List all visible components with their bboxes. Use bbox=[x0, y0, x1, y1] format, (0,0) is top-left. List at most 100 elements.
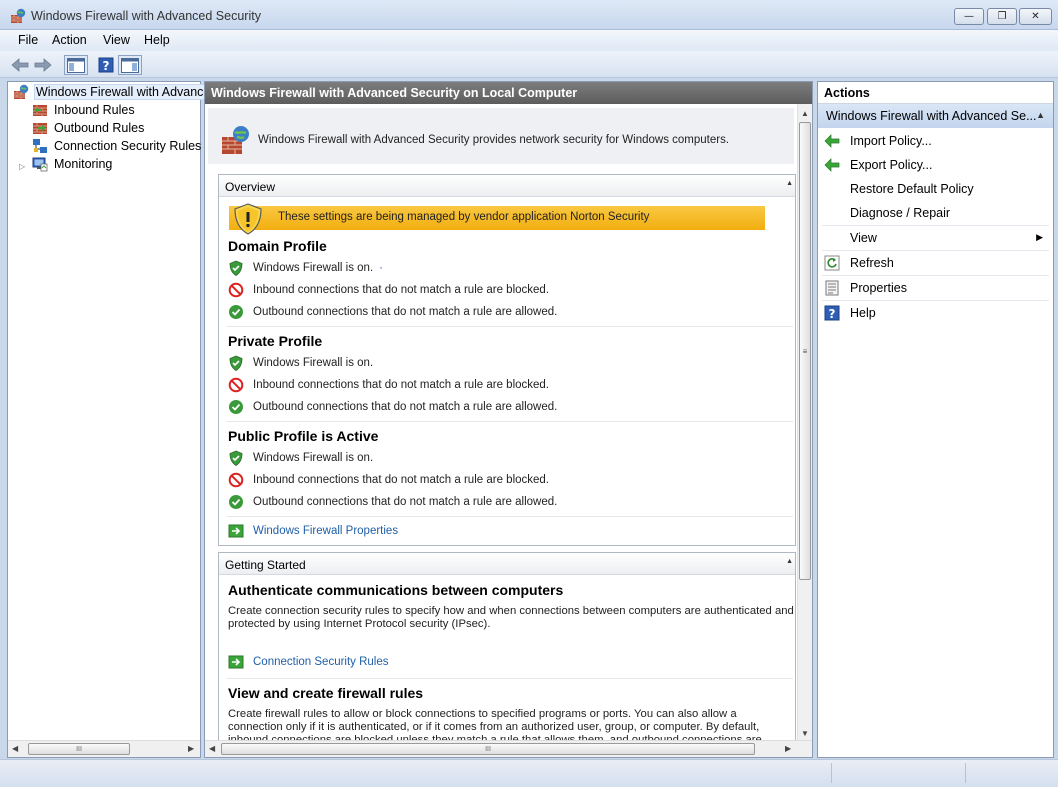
menu-view[interactable]: View bbox=[103, 33, 130, 47]
minimize-button[interactable]: — bbox=[954, 8, 984, 25]
scroll-right-icon[interactable]: ▶ bbox=[188, 744, 194, 753]
domain-inbound-status: Inbound connections that do not match a … bbox=[228, 281, 549, 299]
action-properties[interactable]: Properties bbox=[818, 276, 1053, 300]
forward-button[interactable] bbox=[33, 55, 53, 75]
firewall-rules-title: View and create firewall rules bbox=[228, 685, 424, 701]
actions-title: Actions bbox=[818, 82, 1053, 104]
action-label: Properties bbox=[850, 281, 907, 295]
menu-action[interactable]: Action bbox=[52, 33, 87, 47]
export-policy-icon bbox=[824, 158, 840, 172]
help-icon: ? bbox=[824, 305, 840, 321]
title-bar: Windows Firewall with Advanced Security … bbox=[0, 0, 1058, 30]
tree-item-firewall-root[interactable]: Windows Firewall with Advance bbox=[13, 83, 213, 101]
actions-pane: Actions Windows Firewall with Advanced S… bbox=[817, 81, 1054, 758]
tree-item-monitoring[interactable]: Monitoring bbox=[32, 155, 113, 173]
allowed-check-icon bbox=[229, 400, 243, 414]
tree-item-outbound-rules[interactable]: Outbound Rules bbox=[32, 119, 145, 137]
scroll-up-icon[interactable]: ▲ bbox=[801, 109, 809, 118]
scroll-right-icon[interactable]: ▶ bbox=[785, 744, 791, 753]
firewall-rules-description: Create firewall rules to allow or block … bbox=[228, 708, 762, 740]
status-text: Outbound connections that do not match a… bbox=[253, 496, 558, 508]
getting-started-section: Getting Started ▲ Authenticate communica… bbox=[218, 552, 796, 740]
private-inbound-status: Inbound connections that do not match a … bbox=[228, 376, 549, 394]
firewall-icon bbox=[14, 84, 29, 99]
vertical-scroll-thumb[interactable]: ≡ bbox=[799, 122, 811, 580]
link-text[interactable]: Windows Firewall Properties bbox=[253, 525, 398, 537]
action-label: Export Policy... bbox=[850, 158, 933, 172]
action-diagnose-repair[interactable]: Diagnose / Repair bbox=[818, 201, 1053, 225]
private-firewall-status: Windows Firewall is on. bbox=[228, 354, 373, 372]
action-export-policy[interactable]: Export Policy... bbox=[818, 153, 1053, 177]
monitoring-expander-icon[interactable]: ▷ bbox=[19, 162, 25, 171]
menu-file[interactable]: File bbox=[18, 33, 38, 47]
public-profile-title: Public Profile is Active bbox=[228, 428, 379, 444]
results-pane-header: Windows Firewall with Advanced Security … bbox=[205, 82, 812, 104]
help-button[interactable]: ? bbox=[96, 55, 116, 75]
actions-group-header[interactable]: Windows Firewall with Advanced Se... ▲ bbox=[818, 104, 1053, 128]
link-text[interactable]: Connection Security Rules bbox=[253, 656, 389, 668]
close-icon: ✕ bbox=[1031, 11, 1040, 22]
tree-item-inbound-rules[interactable]: Inbound Rules bbox=[32, 101, 136, 119]
collapse-icon[interactable]: ▲ bbox=[1036, 110, 1045, 120]
blocked-icon bbox=[228, 472, 244, 488]
blocked-icon bbox=[228, 377, 244, 393]
results-vertical-scrollbar[interactable]: ▲ ≡ ▼ bbox=[797, 104, 812, 740]
console-tree: Windows Firewall with Advance Inbound Ru… bbox=[7, 81, 213, 758]
action-refresh[interactable]: Refresh bbox=[818, 251, 1053, 275]
results-content: Windows Firewall with Advanced Security … bbox=[205, 104, 797, 740]
domain-outbound-status: Outbound connections that do not match a… bbox=[228, 303, 557, 321]
getting-started-collapse-icon[interactable]: ▲ bbox=[786, 558, 793, 565]
scroll-grip: III bbox=[76, 745, 82, 753]
tree-horizontal-scrollbar[interactable]: ◀ III ▶ bbox=[8, 740, 200, 757]
action-label: Diagnose / Repair bbox=[850, 206, 951, 220]
action-label: View bbox=[850, 231, 877, 245]
blocked-icon bbox=[228, 282, 244, 298]
close-button[interactable]: ✕ bbox=[1019, 8, 1052, 25]
status-cell bbox=[965, 763, 1055, 783]
domain-firewall-status: Windows Firewall is on. · bbox=[228, 259, 383, 277]
tree-item-label: Monitoring bbox=[54, 157, 113, 171]
shield-check-icon bbox=[229, 260, 243, 276]
allowed-check-icon bbox=[229, 495, 243, 509]
menu-help[interactable]: Help bbox=[144, 33, 170, 47]
restore-icon: ❐ bbox=[997, 11, 1007, 22]
overview-title: Overview bbox=[225, 180, 276, 194]
scroll-thumb[interactable]: III bbox=[28, 743, 130, 755]
green-arrow-icon bbox=[228, 524, 244, 538]
authenticate-title: Authenticate communications between comp… bbox=[228, 582, 564, 598]
overview-collapse-icon[interactable]: ▲ bbox=[786, 180, 793, 187]
status-extra: · bbox=[379, 262, 383, 274]
status-text: Inbound connections that do not match a … bbox=[253, 284, 550, 296]
overview-header[interactable]: Overview bbox=[219, 175, 795, 197]
shield-check-icon bbox=[229, 450, 243, 466]
scroll-grip: III bbox=[485, 745, 491, 753]
action-import-policy[interactable]: Import Policy... bbox=[818, 129, 1053, 153]
monitoring-icon bbox=[32, 157, 48, 172]
back-button[interactable] bbox=[10, 55, 30, 75]
status-text: Windows Firewall is on. bbox=[253, 357, 374, 369]
action-help[interactable]: ? Help bbox=[818, 301, 1053, 325]
maximize-button[interactable]: ❐ bbox=[987, 8, 1017, 25]
domain-profile-title: Domain Profile bbox=[228, 238, 327, 254]
action-label: Restore Default Policy bbox=[850, 182, 974, 196]
import-policy-icon bbox=[824, 134, 840, 148]
results-horizontal-scrollbar[interactable]: ◀ III ▶ bbox=[205, 740, 812, 757]
shield-check-icon bbox=[229, 355, 243, 371]
scroll-thumb[interactable]: III bbox=[221, 743, 755, 755]
show-hide-console-tree-button[interactable] bbox=[64, 55, 88, 75]
menu-bar: File Action View Help bbox=[0, 30, 1058, 51]
firewall-properties-link[interactable]: Windows Firewall Properties bbox=[228, 522, 398, 540]
show-hide-action-pane-button[interactable] bbox=[118, 55, 142, 75]
tree-item-connection-security-rules[interactable]: Connection Security Rules bbox=[32, 137, 202, 155]
action-view[interactable]: View ▶ bbox=[818, 226, 1053, 250]
tree-item-label: Outbound Rules bbox=[54, 121, 145, 135]
scroll-down-icon[interactable]: ▼ bbox=[801, 729, 809, 738]
scroll-left-icon[interactable]: ◀ bbox=[209, 744, 215, 753]
scroll-left-icon[interactable]: ◀ bbox=[12, 744, 18, 753]
getting-started-header[interactable]: Getting Started bbox=[219, 553, 795, 575]
action-restore-default-policy[interactable]: Restore Default Policy bbox=[818, 177, 1053, 201]
svg-text:?: ? bbox=[829, 307, 836, 321]
status-cell bbox=[831, 763, 965, 783]
connection-security-rules-link[interactable]: Connection Security Rules bbox=[228, 653, 389, 671]
divider bbox=[227, 326, 793, 327]
